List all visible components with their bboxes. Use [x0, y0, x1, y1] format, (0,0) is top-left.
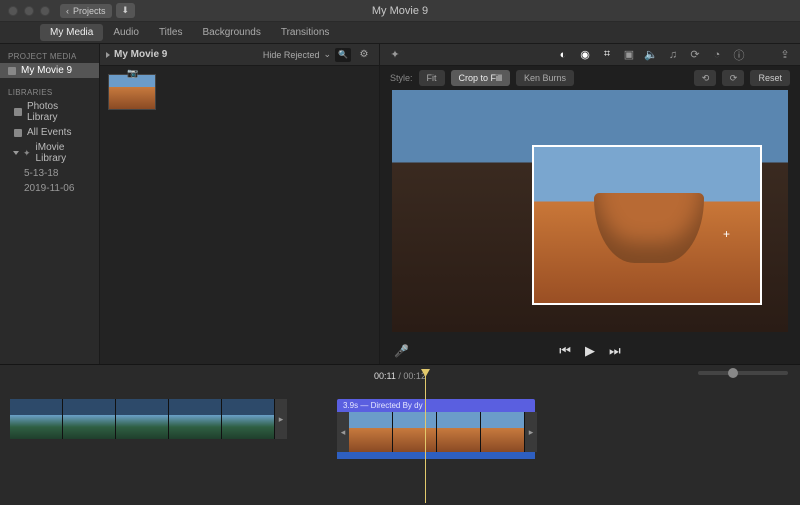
clip-frame — [393, 412, 437, 452]
library-tabs: My Media Audio Titles Backgrounds Transi… — [0, 22, 800, 44]
trim-handle-right[interactable]: ▸ — [525, 412, 537, 452]
media-browser: My Movie 9 Hide Rejected⌄ 🔍 ⚙ 📷 — [100, 44, 380, 364]
close-window-button[interactable] — [8, 6, 18, 16]
viewer: + — [380, 90, 800, 338]
browser-title: My Movie 9 — [114, 49, 167, 60]
library-sidebar: PROJECT MEDIA My Movie 9 LIBRARIES Photo… — [0, 44, 100, 364]
noise-reduction-icon[interactable]: ♫ — [666, 48, 680, 62]
clip-frame — [437, 412, 481, 452]
color-correction-icon[interactable]: ◉ — [578, 48, 592, 62]
crop-handle-tr[interactable] — [752, 145, 762, 155]
crop-handle-bl[interactable] — [532, 295, 542, 305]
info-icon[interactable]: ⓘ — [732, 48, 746, 62]
clip-frame — [169, 399, 222, 439]
viewer-panel: ✦ ◐ ◉ ⌗ ▣ 🔈 ♫ ⟳ ◔ ⓘ ⇪ Style: Fit Crop to… — [380, 44, 800, 364]
tab-my-media[interactable]: My Media — [40, 24, 103, 41]
import-arrow-icon: ⬇︎ — [122, 5, 130, 16]
prev-frame-button[interactable]: ⏮ — [559, 343, 571, 359]
clip-frame — [116, 399, 169, 439]
chevron-down-icon: ⌄ — [323, 49, 331, 60]
preview-image-content — [594, 193, 704, 263]
voiceover-button[interactable]: 🎤 — [394, 344, 409, 358]
clip-title-bar[interactable]: 3.9s — Directed By dy — [337, 399, 535, 412]
minimize-window-button[interactable] — [24, 6, 34, 16]
sidebar-all-events[interactable]: All Events — [0, 125, 99, 140]
stabilization-icon[interactable]: ▣ — [622, 48, 636, 62]
zoom-slider-knob[interactable] — [728, 368, 738, 378]
disclosure-triangle-icon[interactable] — [13, 151, 19, 155]
clip-audio-waveform[interactable] — [337, 452, 535, 459]
chevron-left-icon: ‹ — [66, 6, 69, 16]
crop-center-icon: + — [723, 227, 730, 241]
volume-icon[interactable]: 🔈 — [644, 48, 658, 62]
preview-canvas[interactable]: + — [392, 90, 788, 332]
camera-icon: 📷 — [127, 68, 138, 79]
traffic-lights — [8, 6, 50, 16]
timeline-clip-1[interactable]: ▸ — [10, 399, 287, 439]
window-title: My Movie 9 — [372, 5, 428, 17]
next-frame-button[interactable]: ⏭ — [609, 343, 621, 359]
crop-style-bar: Style: Fit Crop to Fill Ken Burns ⟲ ⟳ Re… — [380, 66, 800, 90]
ken-burns-button[interactable]: Ken Burns — [516, 70, 574, 86]
enhance-icon[interactable]: ✦ — [388, 48, 402, 62]
sidebar-event-2[interactable]: 2019-11-06 — [0, 181, 99, 196]
photos-icon — [14, 108, 22, 116]
adjustments-toolbar: ✦ ◐ ◉ ⌗ ▣ 🔈 ♫ ⟳ ◔ ⓘ ⇪ — [380, 44, 800, 66]
clip-frame — [481, 412, 525, 452]
crop-handle-tl[interactable] — [532, 145, 542, 155]
crop-rectangle[interactable]: + — [532, 145, 762, 305]
tab-titles[interactable]: Titles — [149, 24, 193, 41]
clip-filter-icon[interactable]: ◔ — [710, 48, 724, 62]
play-button[interactable]: ▶ — [585, 343, 595, 359]
zoom-slider[interactable] — [698, 371, 788, 375]
import-media-button[interactable]: ⬇︎ — [116, 3, 136, 18]
share-icon[interactable]: ⇪ — [778, 48, 792, 62]
star-icon: ✦ — [23, 148, 31, 159]
crop-to-fill-button[interactable]: Crop to Fill — [451, 70, 511, 86]
gear-icon: ⚙ — [360, 49, 369, 60]
reset-crop-button[interactable]: Reset — [750, 70, 790, 86]
timecode: 00:11 / 00:12 — [374, 371, 426, 381]
clip-frame — [222, 399, 275, 439]
crop-handle-br[interactable] — [752, 295, 762, 305]
project-media-header: PROJECT MEDIA — [0, 50, 99, 63]
sidebar-photos-library[interactable]: Photos Library — [0, 99, 99, 125]
search-icon: 🔍 — [338, 50, 348, 59]
clip-frame — [349, 412, 393, 452]
disclosure-icon[interactable] — [106, 52, 110, 58]
window-titlebar: ‹Projects ⬇︎ My Movie 9 — [0, 0, 800, 22]
tab-transitions[interactable]: Transitions — [271, 24, 340, 41]
media-thumbnail[interactable]: 📷 — [108, 74, 156, 110]
speed-icon[interactable]: ⟳ — [688, 48, 702, 62]
trim-handle-right[interactable]: ▸ — [275, 399, 287, 439]
libraries-header: LIBRARIES — [0, 86, 99, 99]
crop-fit-button[interactable]: Fit — [419, 70, 445, 86]
timeline[interactable]: 00:11 / 00:12 ▸ 3.9s — Directed By dy ◂ … — [0, 364, 800, 505]
nav-back-projects[interactable]: ‹Projects — [60, 4, 112, 18]
sidebar-project[interactable]: My Movie 9 — [0, 63, 99, 78]
tab-backgrounds[interactable]: Backgrounds — [192, 24, 270, 41]
clip-frame — [63, 399, 116, 439]
crop-icon[interactable]: ⌗ — [600, 48, 614, 62]
color-balance-icon[interactable]: ◐ — [556, 48, 570, 62]
timeline-clip-2[interactable]: ◂ ▸ — [337, 412, 537, 452]
playhead[interactable] — [425, 373, 426, 503]
sidebar-imovie-library[interactable]: ✦iMovie Library — [0, 140, 99, 166]
clip-frame — [10, 399, 63, 439]
search-input[interactable]: 🔍 — [335, 48, 351, 62]
film-icon — [8, 67, 16, 75]
zoom-window-button[interactable] — [40, 6, 50, 16]
sidebar-event-1[interactable]: 5-13-18 — [0, 166, 99, 181]
filter-dropdown[interactable]: Hide Rejected⌄ — [263, 49, 331, 60]
events-icon — [14, 129, 22, 137]
playback-bar: 🎤 ⏮ ▶ ⏭ — [380, 338, 800, 364]
tab-audio[interactable]: Audio — [103, 24, 149, 41]
browser-settings-button[interactable]: ⚙ — [355, 46, 373, 64]
rotate-right-button[interactable]: ⟳ — [722, 70, 744, 86]
rotate-left-button[interactable]: ⟲ — [694, 70, 716, 86]
style-label: Style: — [390, 73, 413, 83]
trim-handle-left[interactable]: ◂ — [337, 412, 349, 452]
